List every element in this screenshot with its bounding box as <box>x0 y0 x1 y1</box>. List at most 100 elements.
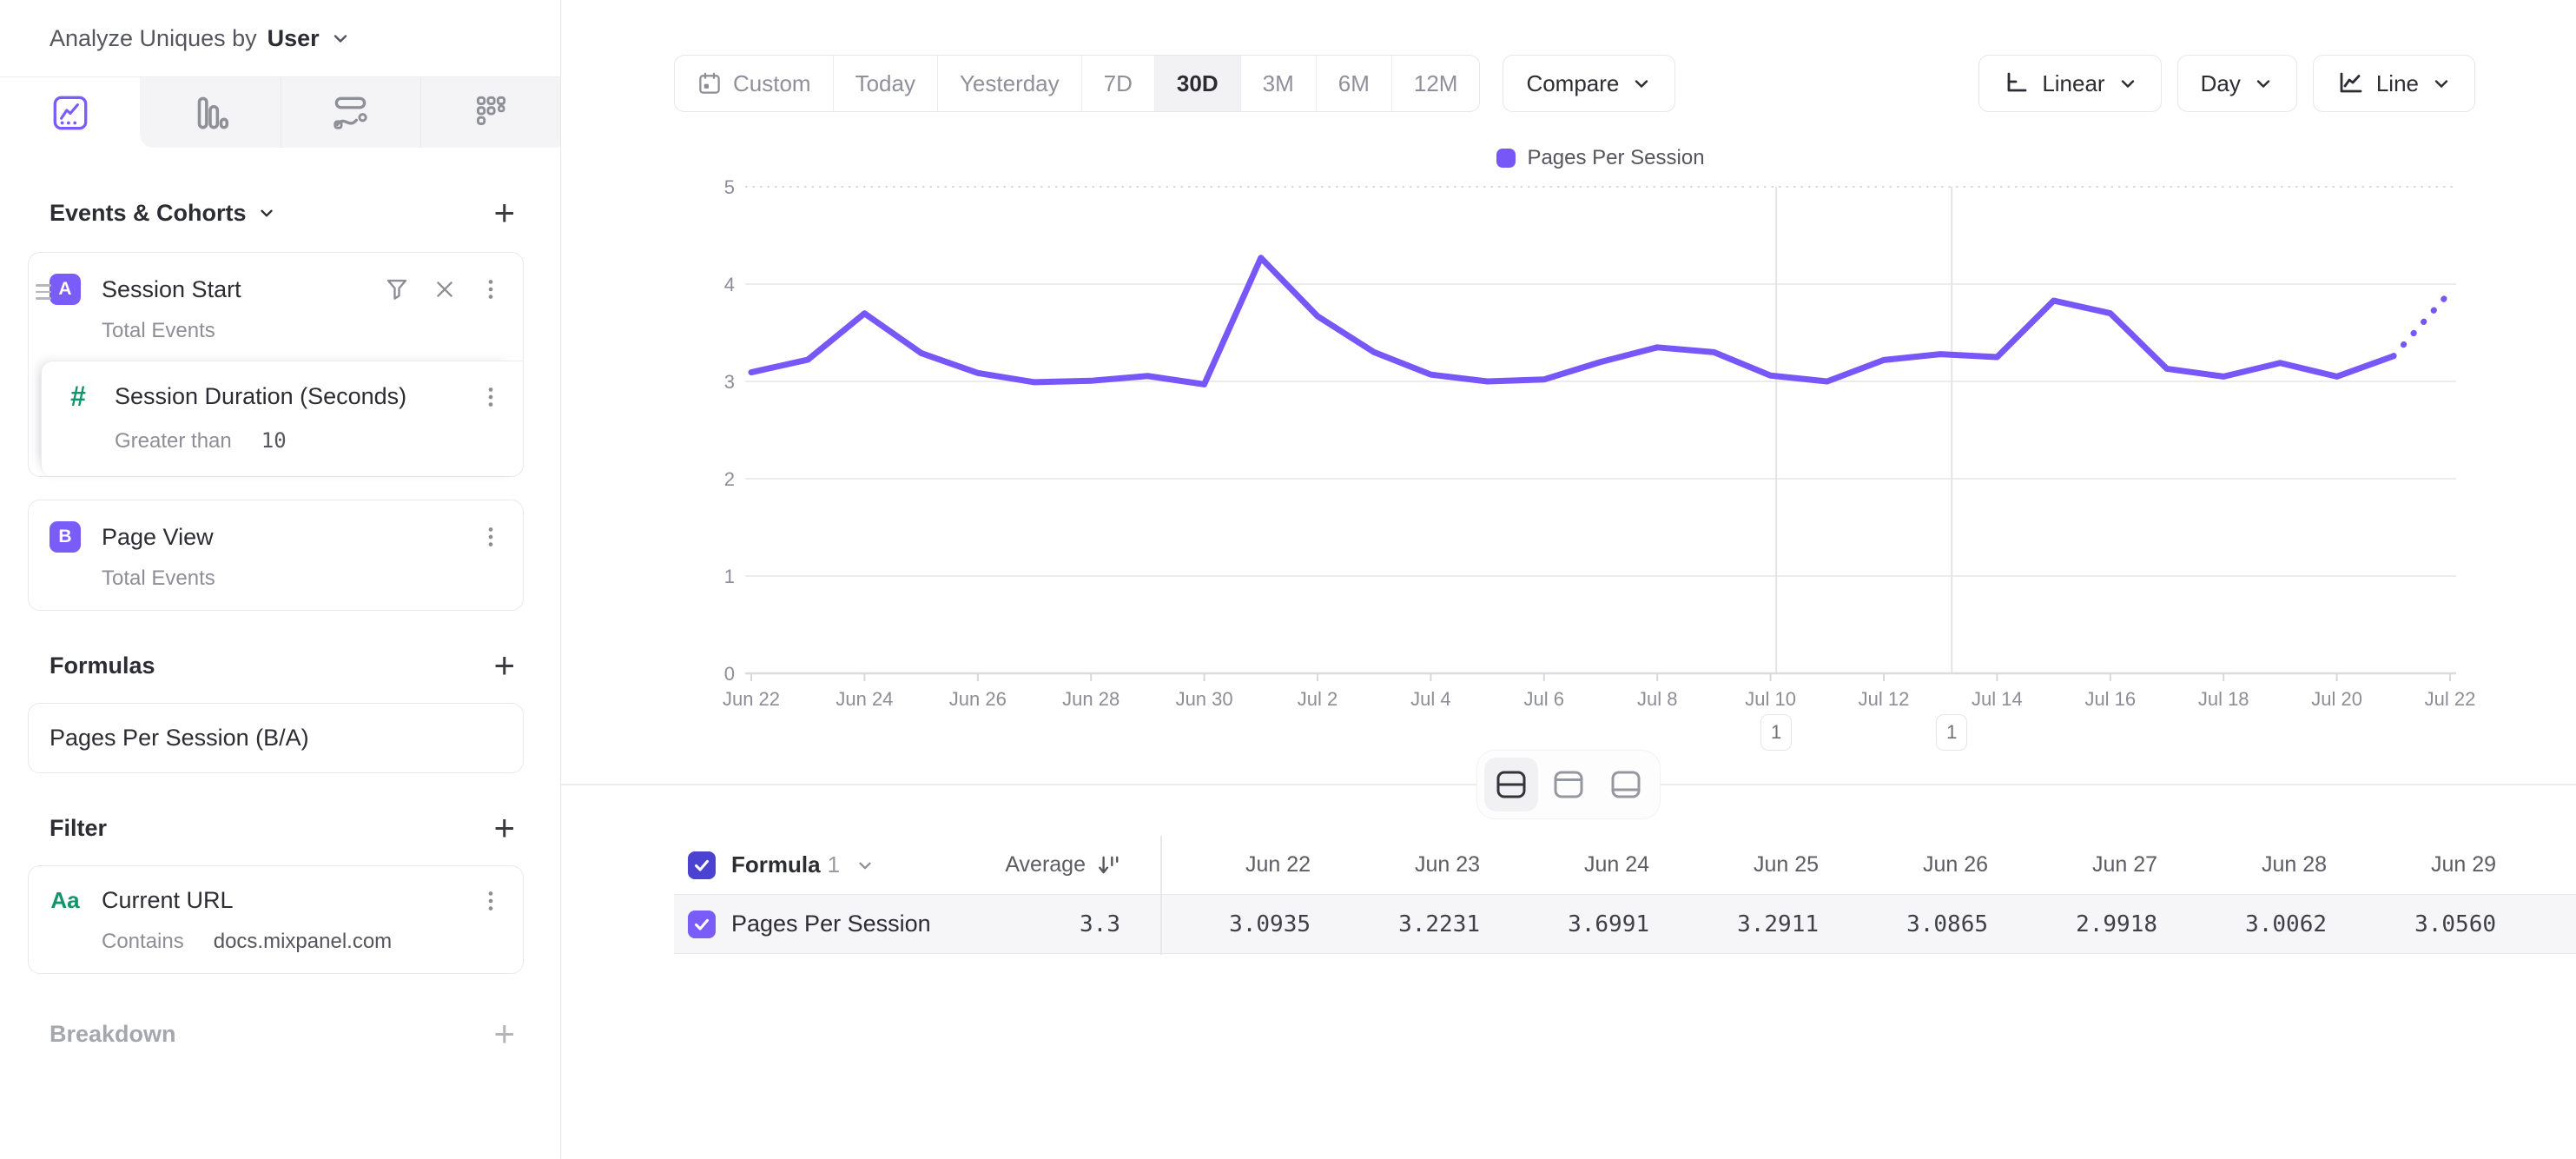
split-view-button[interactable] <box>1484 758 1538 811</box>
date-column-header[interactable]: Jun 24 <box>1499 852 1668 878</box>
group-label[interactable]: Formula <box>731 851 821 878</box>
events-section-title[interactable]: Events & Cohorts <box>50 200 276 227</box>
table-header-row: Formula1 Average Jun 22Jun 23Jun 24Jun 2… <box>674 836 2576 895</box>
x-axis-label: Jun 30 <box>1176 688 1233 710</box>
cell-value: 2.9918 <box>2007 911 2176 937</box>
more-options-icon[interactable] <box>479 276 502 302</box>
date-range-today[interactable]: Today <box>833 56 937 111</box>
filter-section-title: Filter <box>50 815 107 842</box>
legend-swatch <box>1496 149 1516 168</box>
filter-funnel-icon[interactable] <box>384 276 410 302</box>
analyze-header: Analyze Uniques by User <box>0 0 560 77</box>
property-name[interactable]: Session Duration (Seconds) <box>115 383 479 410</box>
date-range-yesterday[interactable]: Yesterday <box>937 56 1081 111</box>
filter-value[interactable]: docs.mixpanel.com <box>214 930 392 954</box>
line-chart: 012345Jun 22Jun 24Jun 26Jun 28Jun 30Jul … <box>561 0 2576 825</box>
table-column-divider <box>1160 836 1162 955</box>
filter-operator[interactable]: Contains <box>102 930 184 954</box>
date-range-3m[interactable]: 3M <box>1240 56 1316 111</box>
series-checkbox[interactable] <box>688 911 716 938</box>
x-axis-label: Jun 22 <box>723 688 780 710</box>
average-value: 3.3 <box>1047 911 1160 937</box>
report-type-tabs <box>0 77 560 148</box>
table-row[interactable]: Pages Per Session 3.3 3.09353.22313.6991… <box>674 895 2576 954</box>
y-axis-label: 1 <box>724 566 735 587</box>
filter-operator[interactable]: Greater than <box>115 429 232 454</box>
date-range-7d[interactable]: 7D <box>1081 56 1154 111</box>
filter-value[interactable]: 10 <box>261 428 287 453</box>
x-axis-label: Jul 10 <box>1745 688 1796 710</box>
event-measure[interactable]: Total Events <box>102 566 502 591</box>
event-name[interactable]: Page View <box>102 524 479 551</box>
x-axis-label: Jul 2 <box>1298 688 1338 710</box>
y-axis-label: 5 <box>724 176 735 198</box>
filter-card-current-url[interactable]: Aa Current URL Contains docs.mixpanel.co… <box>28 865 524 974</box>
annotation-badge-jul-10[interactable]: 1 <box>1760 714 1792 751</box>
date-column-header[interactable]: Jun 26 <box>1838 852 2007 878</box>
cell-value: 3.0560 <box>2346 911 2515 937</box>
series-name: Pages Per Session <box>731 911 931 937</box>
report-main-area: CustomTodayYesterday7D30D3M6M12M Compare… <box>561 0 2576 1159</box>
analyze-value-dropdown[interactable]: User <box>268 25 320 52</box>
flows-tab[interactable] <box>281 77 420 148</box>
y-axis-label: 2 <box>724 468 735 490</box>
date-column-header[interactable]: Jun 22 <box>1160 852 1330 878</box>
formula-expression[interactable]: Pages Per Session (B/A) <box>50 725 309 751</box>
breakdown-section-title: Breakdown <box>50 1021 176 1048</box>
formulas-section-title: Formulas <box>50 652 155 679</box>
chevron-down-icon[interactable] <box>330 28 351 49</box>
date-column-header[interactable]: Jun 23 <box>1330 852 1499 878</box>
more-options-icon[interactable] <box>479 888 502 914</box>
date-column-header[interactable]: Jun 29 <box>2346 852 2515 878</box>
select-all-checkbox[interactable] <box>688 851 716 879</box>
cell-value: 3.0062 <box>2176 911 2346 937</box>
cell-value: 3.0935 <box>1160 911 1330 937</box>
chevron-down-icon <box>257 203 276 222</box>
cell-value: 3.2911 <box>1668 911 1838 937</box>
time-interval-button[interactable]: Day <box>2177 55 2297 112</box>
date-range-custom[interactable]: Custom <box>675 56 833 111</box>
drag-handle-icon[interactable] <box>36 284 51 300</box>
x-axis-label: Jul 4 <box>1410 688 1450 710</box>
linear-axis-icon <box>2002 70 2030 97</box>
add-event-button[interactable]: + <box>493 198 515 228</box>
add-formula-button[interactable]: + <box>493 651 515 680</box>
numeric-property-icon: # <box>63 381 94 413</box>
table-only-view-button[interactable] <box>1599 758 1653 811</box>
retention-tab[interactable] <box>420 77 560 148</box>
insights-tab[interactable] <box>0 77 140 148</box>
date-range-6m[interactable]: 6M <box>1316 56 1391 111</box>
chevron-down-icon[interactable] <box>855 856 875 875</box>
event-card-page-view[interactable]: B Page View Total Events <box>28 500 524 611</box>
average-column-header[interactable]: Average <box>1047 852 1160 878</box>
add-filter-button[interactable]: + <box>493 813 515 843</box>
compare-button[interactable]: Compare <box>1503 55 1675 112</box>
date-column-header[interactable]: Jun 28 <box>2176 852 2346 878</box>
filter-property-name[interactable]: Current URL <box>102 887 479 914</box>
sort-descending-icon[interactable] <box>1096 853 1120 878</box>
event-name[interactable]: Session Start <box>102 276 384 303</box>
more-options-icon[interactable] <box>479 524 502 550</box>
axis-scale-button[interactable]: Linear <box>1978 55 2161 112</box>
chart-legend: Pages Per Session <box>745 146 2456 170</box>
date-range-30d[interactable]: 30D <box>1154 56 1240 111</box>
annotation-badge-jul-13[interactable]: 1 <box>1936 714 1967 751</box>
more-options-icon[interactable] <box>479 384 502 410</box>
date-column-header[interactable]: Jun 27 <box>2007 852 2176 878</box>
event-measure[interactable]: Total Events <box>102 319 502 343</box>
event-card-session-start[interactable]: A Session Start Total Events <box>28 252 524 477</box>
chart-type-button[interactable]: Line <box>2313 55 2475 112</box>
date-column-header[interactable]: Jun 25 <box>1668 852 1838 878</box>
y-axis-label: 0 <box>724 663 735 685</box>
chevron-down-icon <box>2117 73 2138 94</box>
date-range-12m[interactable]: 12M <box>1391 56 1480 111</box>
event-property-filter[interactable]: # Session Duration (Seconds) Greater tha… <box>41 361 523 476</box>
x-axis-label: Jun 24 <box>836 688 893 710</box>
formula-card[interactable]: Pages Per Session (B/A) <box>28 703 524 773</box>
bar-chart-tab[interactable] <box>140 77 280 148</box>
add-breakdown-button[interactable]: + <box>493 1019 515 1049</box>
remove-event-icon[interactable] <box>433 277 457 301</box>
chart-only-view-button[interactable] <box>1542 758 1595 811</box>
layout-view-toggle <box>1477 751 1660 818</box>
events-section-header: Events & Cohorts + <box>0 198 560 228</box>
